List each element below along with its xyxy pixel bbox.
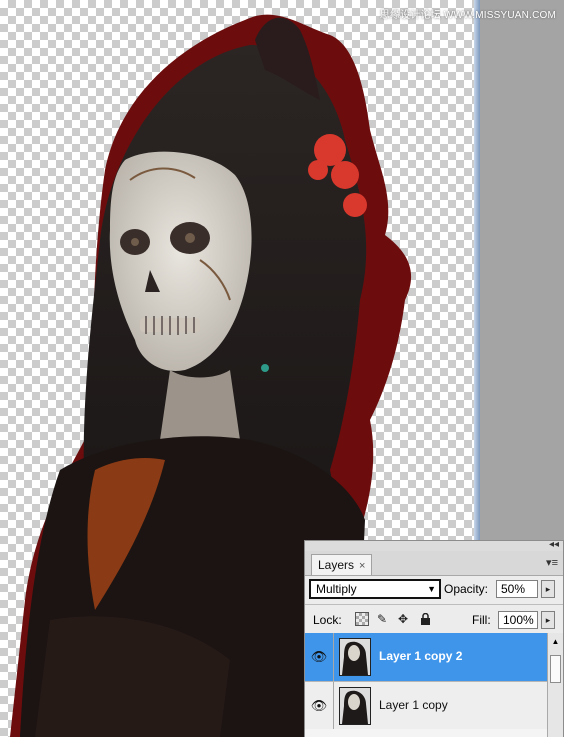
move-icon[interactable]: ✥: [396, 612, 410, 626]
layer-row-selected[interactable]: 👁 Layer 1 copy 2: [305, 633, 547, 681]
panel-menu-icon[interactable]: ▾≡: [546, 556, 558, 569]
collapse-icon[interactable]: ◂◂: [549, 540, 559, 550]
opacity-input[interactable]: 50%: [496, 580, 538, 598]
brush-icon[interactable]: ✎: [375, 612, 389, 626]
layer-row[interactable]: 👁 Layer 1 copy: [305, 681, 547, 729]
tab-layers[interactable]: Layers ×: [311, 554, 373, 575]
layers-panel: ◂◂ Layers × ▾≡ Multiply ▼ Opacity: 50% ▸ …: [304, 540, 564, 737]
fill-stepper[interactable]: ▸: [541, 611, 555, 629]
layers-scrollbar[interactable]: ▲: [547, 633, 563, 737]
lock-icon[interactable]: [418, 612, 432, 626]
lock-row: Lock: ✎ ✥ Fill: 100% ▸: [305, 605, 563, 634]
blend-row: Multiply ▼ Opacity: 50% ▸: [305, 576, 563, 605]
blend-mode-value: Multiply: [316, 582, 357, 596]
opacity-label: Opacity:: [444, 582, 489, 596]
panel-tab-row: Layers × ▾≡: [305, 551, 563, 576]
tab-label: Layers: [318, 558, 355, 572]
layer-thumbnail: [339, 687, 371, 725]
fill-label: Fill:: [472, 613, 491, 627]
scroll-up-icon[interactable]: ▲: [549, 635, 562, 648]
chevron-down-icon: ▼: [427, 584, 436, 594]
opacity-stepper[interactable]: ▸: [541, 580, 555, 598]
panel-topbar: ◂◂: [305, 540, 563, 551]
layer-list: 👁 Layer 1 copy 2 👁 Layer 1 copy: [305, 633, 547, 737]
scroll-thumb[interactable]: [550, 655, 561, 683]
visibility-toggle[interactable]: 👁: [305, 633, 334, 681]
layer-name: Layer 1 copy 2: [379, 649, 463, 663]
eye-icon: 👁: [310, 697, 328, 713]
lock-label: Lock:: [313, 613, 342, 627]
layer-thumbnail: [339, 638, 371, 676]
lock-transparency-icon[interactable]: [355, 612, 369, 626]
layer-name: Layer 1 copy: [379, 698, 448, 712]
eye-icon: 👁: [310, 649, 328, 664]
watermark-text: 思缘设计论坛 WWW.MISSYUAN.COM: [379, 10, 556, 21]
visibility-toggle[interactable]: 👁: [305, 682, 334, 729]
fill-input[interactable]: 100%: [498, 611, 538, 629]
blend-mode-select[interactable]: Multiply ▼: [309, 579, 441, 599]
close-icon[interactable]: ×: [359, 560, 365, 572]
